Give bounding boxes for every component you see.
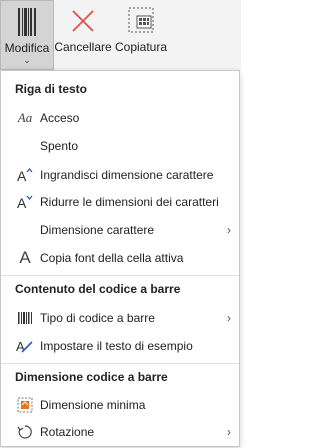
menu-item-sample-text[interactable]: A Impostare il testo di esempio bbox=[2, 333, 239, 359]
menu-item-label: Tipo di codice a barre bbox=[40, 311, 155, 325]
menu-item-copy-font[interactable]: A Copia font della cella attiva bbox=[2, 245, 239, 271]
modifica-label: Modifica bbox=[4, 41, 50, 55]
chevron-right-icon: › bbox=[227, 311, 231, 325]
decrease-font-icon: A bbox=[10, 194, 40, 210]
increase-font-icon: A bbox=[10, 167, 40, 183]
copiatura-label: Copiatura bbox=[114, 40, 168, 54]
menu-item-label: Ingrandisci dimensione carattere bbox=[40, 168, 214, 182]
section-header-barcode-content: Contenuto del codice a barre bbox=[15, 282, 181, 296]
barcode-icon bbox=[17, 5, 37, 39]
section-header-text-line: Riga di testo bbox=[15, 82, 88, 96]
chevron-right-icon: › bbox=[227, 425, 231, 439]
pen-text-icon: A bbox=[10, 338, 40, 354]
svg-text:A: A bbox=[17, 168, 27, 183]
modifica-button[interactable]: Modifica ⌄ bbox=[0, 0, 54, 70]
min-size-icon bbox=[10, 397, 40, 413]
menu-item-label: Copia font della cella attiva bbox=[40, 251, 184, 265]
barcode-icon bbox=[10, 311, 40, 325]
ribbon-toolbar: Modifica ⌄ Cancellare Copiatura bbox=[0, 0, 241, 70]
menu-item-label: Ridurre le dimensioni dei caratteri bbox=[40, 195, 219, 209]
rotate-icon bbox=[10, 424, 40, 440]
chevron-right-icon: › bbox=[227, 223, 231, 237]
copy-icon bbox=[125, 4, 157, 38]
menu-item-label: Impostare il testo di esempio bbox=[40, 339, 193, 353]
menu-item-min-size[interactable]: Dimensione minima bbox=[2, 392, 239, 418]
menu-item-label: Rotazione bbox=[40, 425, 95, 439]
menu-item-font-size[interactable]: Dimensione carattere › bbox=[2, 217, 239, 243]
delete-x-icon bbox=[70, 4, 96, 38]
menu-item-spento[interactable]: Spento bbox=[2, 133, 239, 159]
menu-item-rotation[interactable]: Rotazione › bbox=[2, 419, 239, 445]
text-aa-icon: Aa bbox=[17, 110, 33, 125]
menu-item-decrease-font[interactable]: A Ridurre le dimensioni dei caratteri bbox=[2, 189, 239, 215]
menu-item-label: Spento bbox=[40, 139, 79, 153]
svg-text:A: A bbox=[17, 195, 27, 210]
chevron-down-icon: ⌄ bbox=[23, 55, 31, 65]
menu-item-acceso[interactable]: Aa Acceso bbox=[2, 105, 239, 131]
menu-item-label: Dimensione minima bbox=[40, 398, 146, 412]
menu-item-increase-font[interactable]: A Ingrandisci dimensione carattere bbox=[2, 162, 239, 188]
cancellare-label: Cancellare bbox=[54, 40, 112, 54]
font-a-icon: A bbox=[19, 248, 31, 267]
svg-text:A: A bbox=[16, 339, 25, 354]
menu-separator bbox=[2, 363, 239, 364]
cancellare-button[interactable]: Cancellare bbox=[54, 0, 112, 70]
menu-item-label: Acceso bbox=[40, 111, 80, 125]
modifica-dropdown-menu: Riga di testo Aa Acceso Spento A Ingrand… bbox=[0, 70, 240, 447]
section-header-barcode-size: Dimensione codice a barre bbox=[15, 370, 168, 384]
menu-item-label: Dimensione carattere bbox=[40, 223, 155, 237]
copiatura-button[interactable]: Copiatura bbox=[112, 0, 170, 70]
menu-item-barcode-type[interactable]: Tipo di codice a barre › bbox=[2, 305, 239, 331]
menu-separator bbox=[2, 275, 239, 276]
